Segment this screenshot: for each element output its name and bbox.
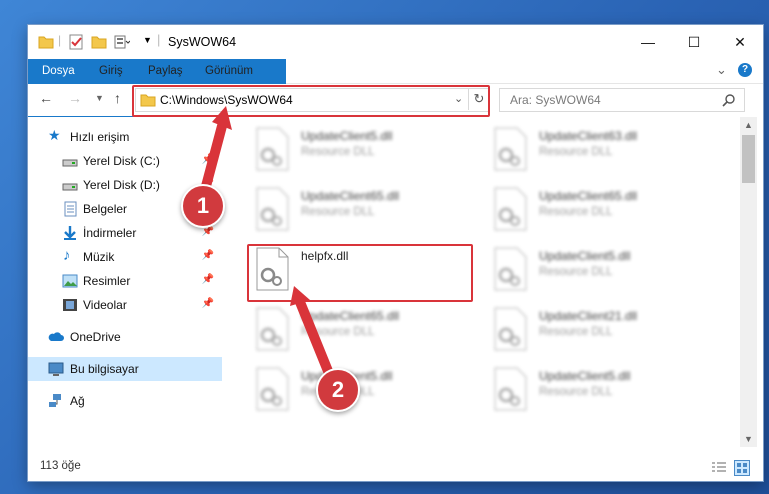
callout-badge-1: 1	[181, 184, 225, 228]
callout-badge-2: 2	[316, 368, 360, 412]
annotation-arrows	[200, 106, 335, 381]
